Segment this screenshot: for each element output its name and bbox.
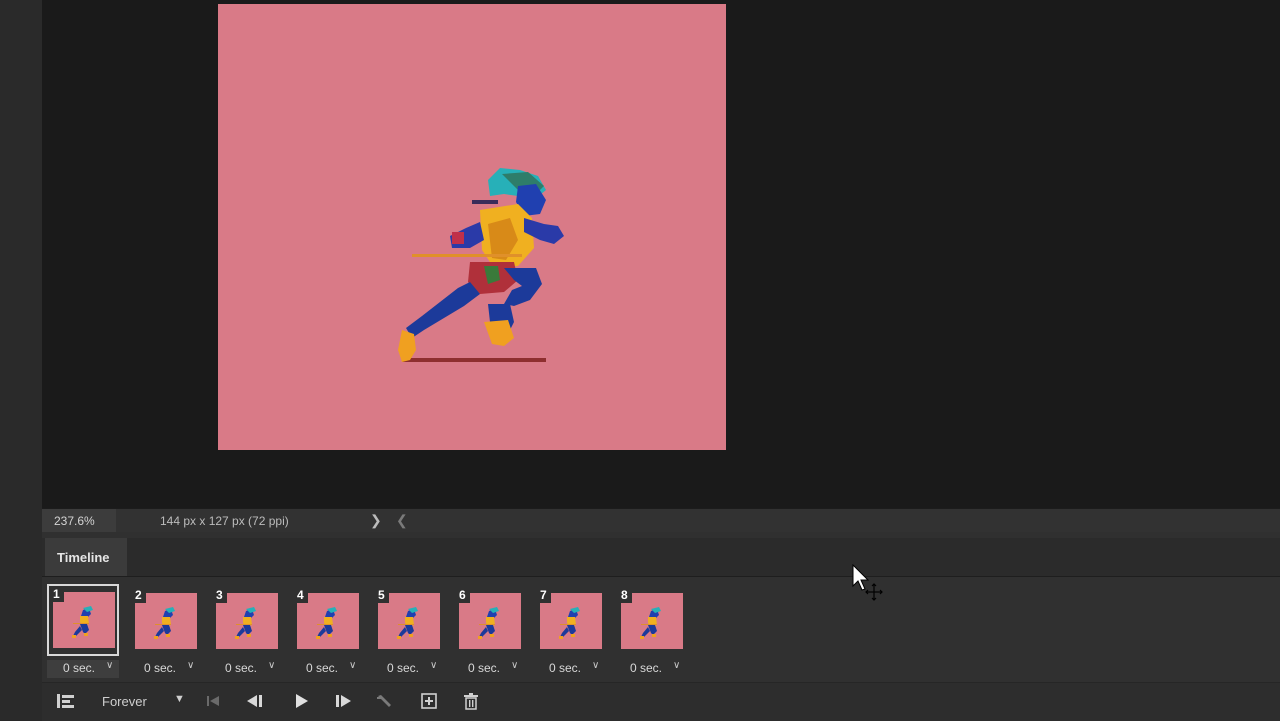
frame-thumbnail-box[interactable]: 2 (128, 584, 200, 656)
frame-thumbnail-box[interactable]: 3 (209, 584, 281, 656)
frame-delay[interactable]: 0 sec. (306, 661, 338, 675)
animation-frame[interactable]: 7 0 sec. ∨ (533, 584, 605, 680)
timeline-title: Timeline (57, 550, 110, 565)
animation-frame[interactable]: 5 0 sec. ∨ (371, 584, 443, 680)
status-bar: 237.6% 144 px x 127 px (72 ppi) ❯ ❮ (42, 508, 1280, 533)
frame-number: 5 (376, 588, 389, 603)
frame-delay-select[interactable]: 0 sec. ∨ (128, 660, 200, 678)
animation-frame[interactable]: 1 0 sec. ∨ (47, 584, 119, 680)
status-expand-icon[interactable]: ❯ (370, 512, 382, 529)
tools-panel-edge (0, 0, 43, 720)
timeline-controls: Forever ▼ (42, 682, 1280, 721)
frame-thumbnail-box[interactable]: 4 (290, 584, 362, 656)
chevron-down-icon[interactable]: ∨ (349, 660, 356, 671)
frame-number: 1 (51, 587, 64, 602)
frame-delay[interactable]: 0 sec. (630, 661, 662, 675)
chevron-down-icon[interactable]: ∨ (430, 660, 437, 671)
document-canvas[interactable] (218, 4, 726, 450)
frame-delay[interactable]: 0 sec. (468, 661, 500, 675)
chevron-down-icon[interactable]: ∨ (511, 660, 518, 671)
previous-frame-icon[interactable] (244, 691, 266, 711)
chevron-down-icon[interactable]: ∨ (106, 660, 113, 671)
animation-frame[interactable]: 8 0 sec. ∨ (614, 584, 686, 680)
frame-delay-select[interactable]: 0 sec. ∨ (47, 660, 119, 678)
frame-delay-select[interactable]: 0 sec. ∨ (452, 660, 524, 678)
frame-thumbnail-box[interactable]: 5 (371, 584, 443, 656)
timeline-panel: Timeline 1 0 sec. ∨ 2 0 sec. ∨ 3 0 sec. ∨ 4 0 sec.… (42, 532, 1280, 721)
loop-option-select[interactable]: Forever (102, 694, 147, 709)
frame-delay[interactable]: 0 sec. (387, 661, 419, 675)
frame-thumbnail-box[interactable]: 7 (533, 584, 605, 656)
frame-number: 8 (619, 588, 632, 603)
frame-number: 4 (295, 588, 308, 603)
chevron-down-icon[interactable]: ∨ (673, 660, 680, 671)
animation-frame[interactable]: 6 0 sec. ∨ (452, 584, 524, 680)
animation-frame[interactable]: 3 0 sec. ∨ (209, 584, 281, 680)
frame-delay-select[interactable]: 0 sec. ∨ (371, 660, 443, 678)
next-frame-icon[interactable] (332, 691, 354, 711)
first-frame-icon[interactable] (202, 691, 224, 711)
timeline-header: Timeline (42, 538, 1280, 577)
chevron-down-icon[interactable]: ∨ (187, 660, 194, 671)
frame-delay-select[interactable]: 0 sec. ∨ (614, 660, 686, 678)
frame-delay-select[interactable]: 0 sec. ∨ (209, 660, 281, 678)
frame-thumbnail-box[interactable]: 6 (452, 584, 524, 656)
document-info: 144 px x 127 px (72 ppi) (160, 514, 289, 528)
frame-number: 2 (133, 588, 146, 603)
animation-frame[interactable]: 4 0 sec. ∨ (290, 584, 362, 680)
status-collapse-icon[interactable]: ❮ (396, 512, 408, 529)
frame-delay[interactable]: 0 sec. (549, 661, 581, 675)
tab-timeline[interactable]: Timeline (45, 538, 127, 576)
tween-icon[interactable] (374, 691, 396, 711)
duplicate-frame-icon[interactable] (418, 691, 440, 711)
zoom-level[interactable]: 237.6% (54, 514, 95, 528)
frame-thumbnail-box[interactable]: 8 (614, 584, 686, 656)
frame-delay[interactable]: 0 sec. (144, 661, 176, 675)
frame-delay-select[interactable]: 0 sec. ∨ (533, 660, 605, 678)
zoom-field[interactable]: 237.6% (42, 509, 116, 533)
move-cursor-icon (852, 563, 892, 609)
frame-number: 6 (457, 588, 470, 603)
convert-icon[interactable] (54, 691, 78, 711)
runner-sprite (398, 168, 564, 362)
chevron-down-icon[interactable]: ▼ (174, 693, 185, 705)
chevron-down-icon[interactable]: ∨ (592, 660, 599, 671)
frame-delay[interactable]: 0 sec. (225, 661, 257, 675)
frame-delay-select[interactable]: 0 sec. ∨ (290, 660, 362, 678)
trash-icon[interactable] (460, 691, 482, 711)
play-icon[interactable] (290, 691, 312, 711)
chevron-down-icon[interactable]: ∨ (268, 660, 275, 671)
frame-delay[interactable]: 0 sec. (63, 661, 95, 675)
animation-frame[interactable]: 2 0 sec. ∨ (128, 584, 200, 680)
frame-thumbnail-box[interactable]: 1 (47, 584, 119, 656)
frame-number: 7 (538, 588, 551, 603)
frame-number: 3 (214, 588, 227, 603)
document-workspace[interactable] (42, 0, 1280, 508)
